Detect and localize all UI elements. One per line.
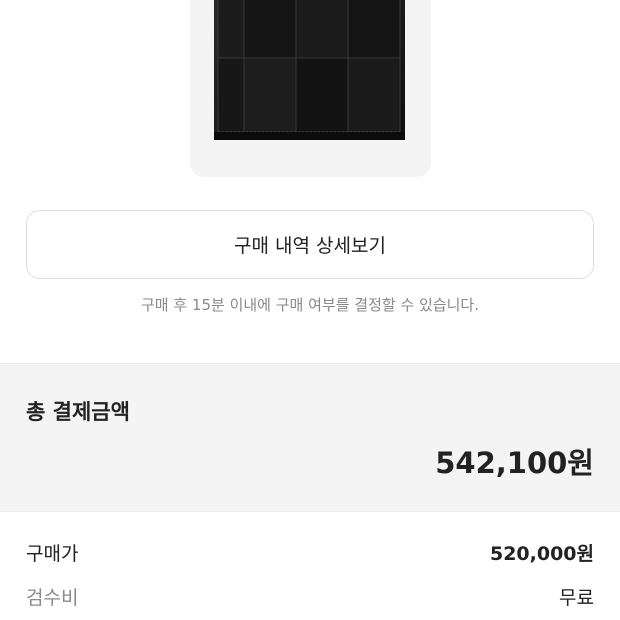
purchase-summary-page: 구매 내역 상세보기 구매 후 15분 이내에 구매 여부를 결정할 수 있습니…: [0, 0, 620, 620]
inspection-fee-label: 검수비: [26, 587, 79, 609]
inspection-fee-value: 무료: [559, 587, 594, 609]
breakdown-row-inspection-fee: 검수비 무료: [26, 583, 594, 610]
total-payment-section: 총 결제금액 542,100원: [0, 364, 620, 511]
purchase-price-value: 520,000원: [489, 543, 594, 565]
total-payment-amount: 542,100원: [435, 446, 594, 480]
breakdown-row-purchase-price: 구매가 520,000원: [26, 539, 594, 566]
wallet-image: [214, 0, 405, 140]
decision-notice: 구매 후 15분 이내에 구매 여부를 결정할 수 있습니다.: [140, 296, 479, 314]
purchase-price-label: 구매가: [26, 543, 79, 565]
section-divider: [0, 511, 620, 512]
product-image-card: [190, 0, 431, 177]
purchase-details-label: 구매 내역 상세보기: [234, 235, 386, 257]
total-payment-title: 총 결제금액: [26, 400, 130, 424]
purchase-details-button[interactable]: 구매 내역 상세보기: [26, 210, 594, 279]
